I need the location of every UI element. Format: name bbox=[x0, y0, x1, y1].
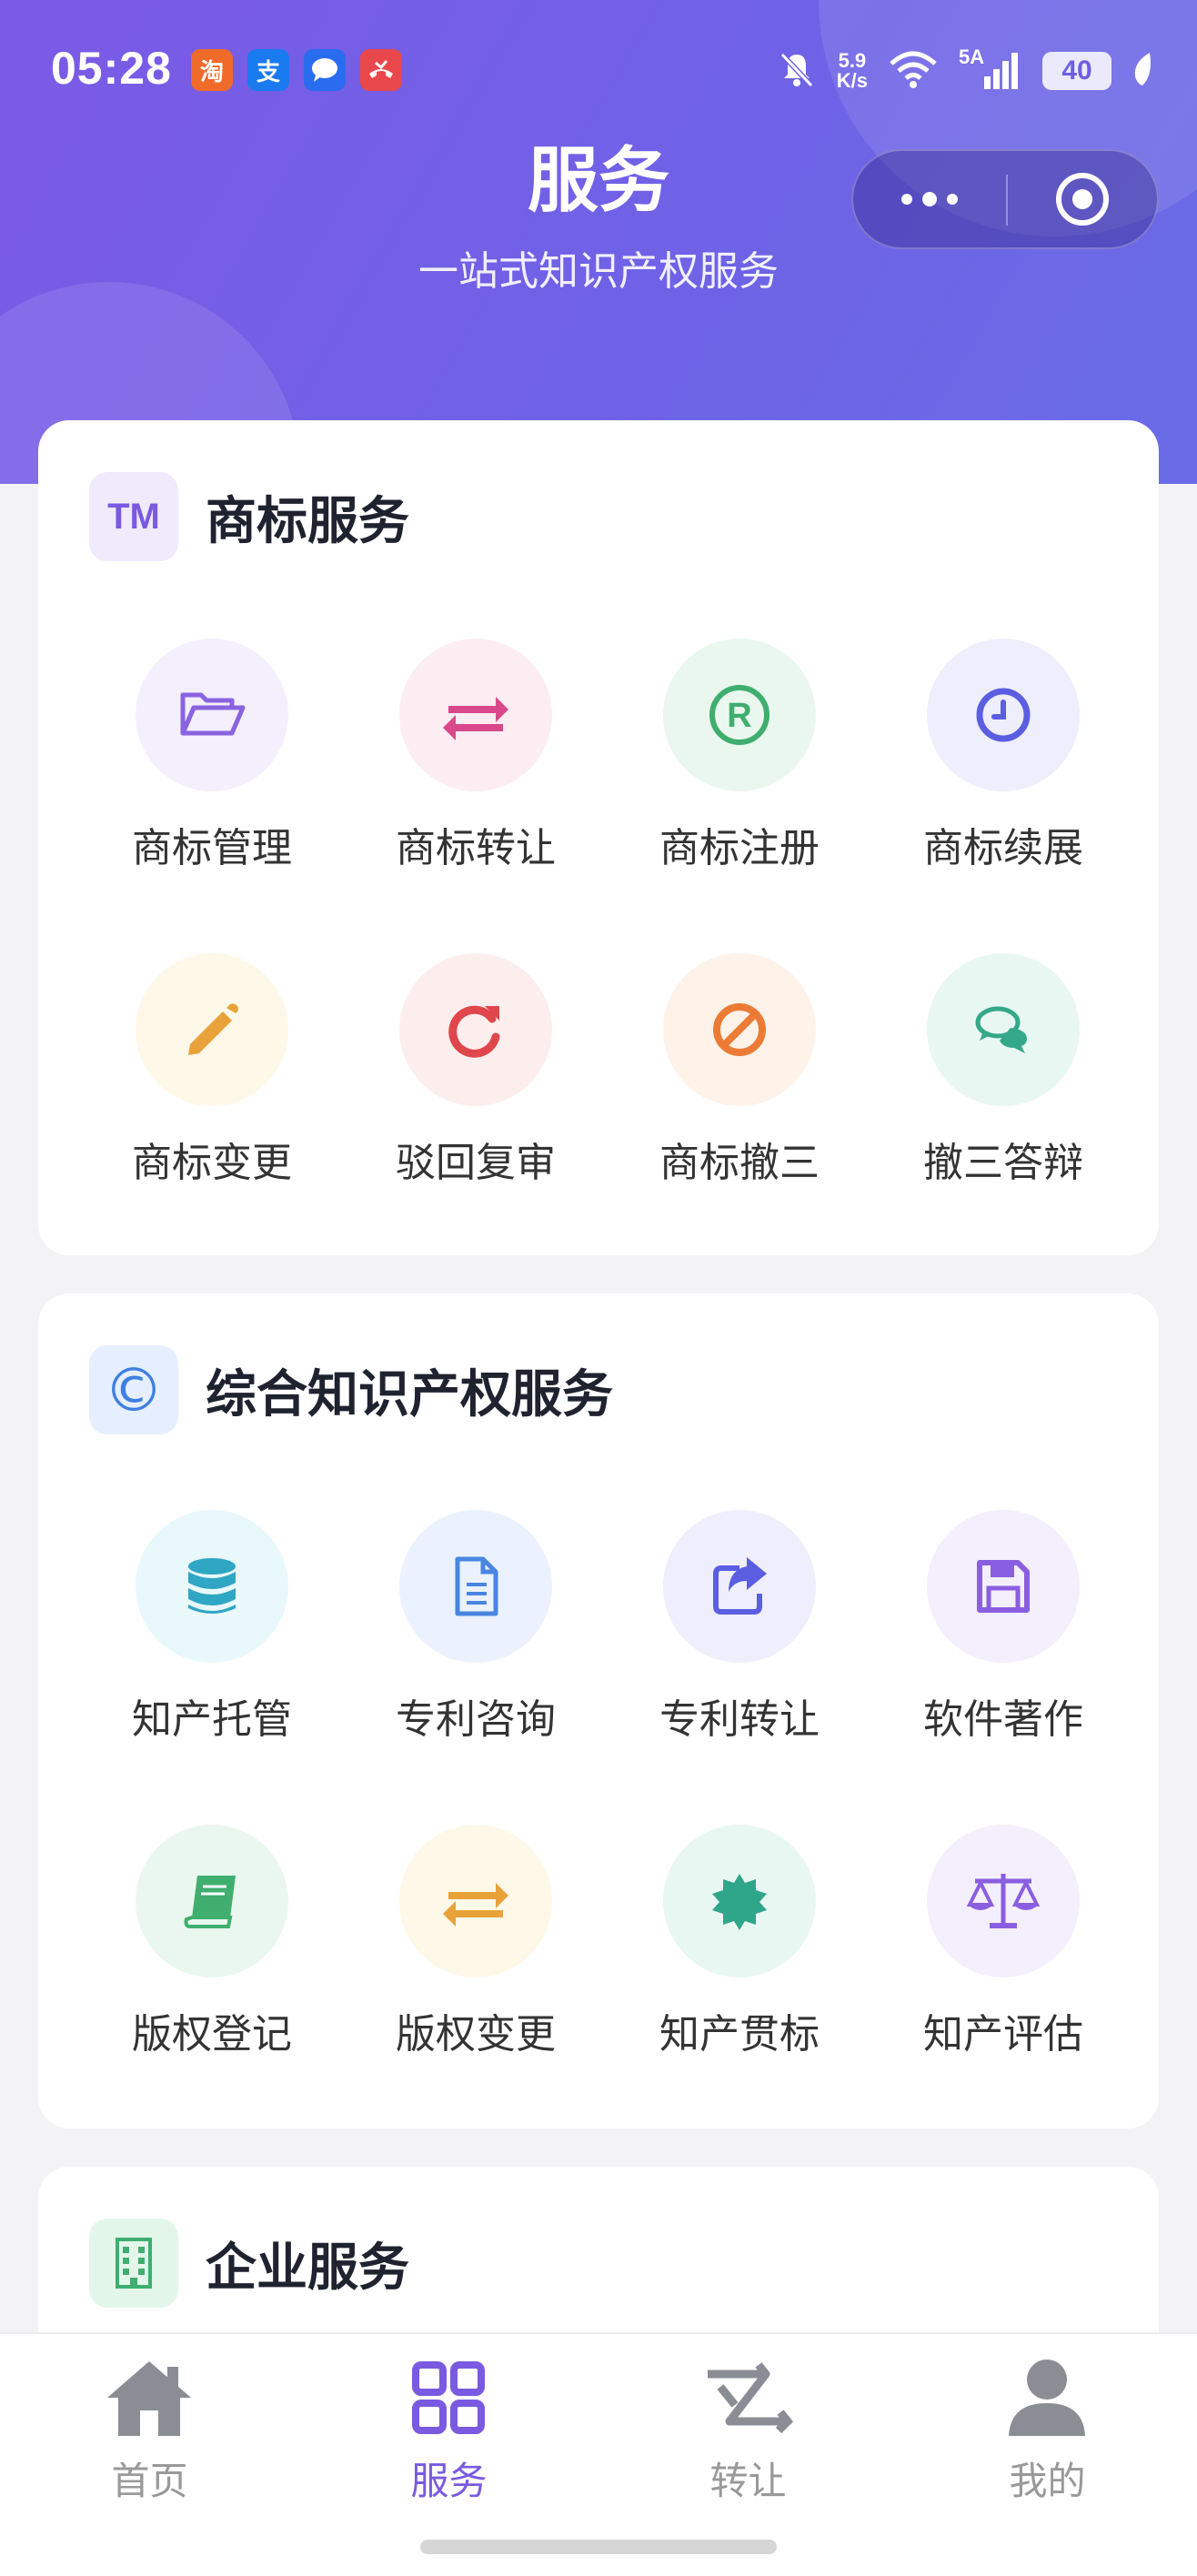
exchange-arrows-icon bbox=[399, 639, 552, 791]
home-icon bbox=[104, 2352, 195, 2443]
section-title: 综合知识产权服务 bbox=[206, 1364, 613, 1424]
ban-icon bbox=[663, 953, 816, 1106]
speed-unit: K/s bbox=[836, 69, 868, 92]
comments-icon bbox=[927, 953, 1080, 1106]
service-label: 专利转让 bbox=[659, 1696, 820, 1743]
service-label: 驳回复审 bbox=[396, 1140, 556, 1186]
transfer-icon bbox=[702, 2352, 793, 2443]
share-square-icon bbox=[663, 1510, 816, 1663]
service-item-ip-evaluation[interactable]: 知产评估 bbox=[871, 1825, 1135, 2070]
registered-icon: R bbox=[663, 639, 816, 791]
service-label: 软件著作 bbox=[923, 1696, 1083, 1743]
service-item-patent-transfer[interactable]: 专利转让 bbox=[608, 1510, 871, 1756]
status-time: 05:28 bbox=[51, 43, 172, 94]
clock-icon bbox=[927, 639, 1080, 791]
book-icon bbox=[136, 1825, 288, 1977]
exchange-arrows-icon bbox=[399, 1825, 552, 1977]
speed-value: 5.9 bbox=[838, 49, 867, 72]
certificate-icon bbox=[663, 1825, 816, 1977]
service-item-copyright-change[interactable]: 版权变更 bbox=[344, 1825, 608, 2070]
building-icon bbox=[89, 2219, 178, 2308]
service-label: 商标注册 bbox=[659, 825, 820, 871]
cell-signal-icon: 5A bbox=[959, 45, 1022, 91]
section-title: 企业服务 bbox=[206, 2238, 409, 2298]
user-icon bbox=[1001, 2352, 1092, 2443]
service-label: 商标转让 bbox=[396, 825, 556, 871]
trademark-tm-icon: TM bbox=[89, 472, 178, 561]
more-dots-icon bbox=[901, 192, 958, 206]
service-item-cancellation-defense[interactable]: 撤三答辩 bbox=[871, 953, 1135, 1199]
network-type: 5A bbox=[959, 45, 985, 68]
service-item-copyright-registration[interactable]: 版权登记 bbox=[80, 1825, 344, 2070]
balance-scale-icon bbox=[927, 1825, 1080, 1977]
tab-home[interactable]: 首页 bbox=[0, 2352, 299, 2516]
tab-service[interactable]: 服务 bbox=[299, 2352, 598, 2516]
battery-indicator: 40 bbox=[1042, 52, 1112, 90]
tab-label: 服务 bbox=[410, 2459, 488, 2503]
messages-icon bbox=[304, 49, 346, 91]
service-item-trademark-registration[interactable]: R 商标注册 bbox=[608, 639, 871, 884]
miniprogram-capsule bbox=[851, 149, 1159, 249]
service-label: 商标续展 bbox=[923, 825, 1083, 871]
section-title: 商标服务 bbox=[206, 491, 409, 551]
tab-label: 我的 bbox=[1009, 2459, 1086, 2503]
network-speed: 5.9 K/s bbox=[837, 51, 868, 91]
floppy-disk-icon bbox=[927, 1510, 1080, 1663]
close-miniprogram-button[interactable] bbox=[1008, 151, 1157, 247]
svg-text:R: R bbox=[727, 697, 751, 735]
service-label: 专利咨询 bbox=[396, 1696, 556, 1743]
tab-label: 首页 bbox=[111, 2459, 188, 2503]
home-indicator[interactable] bbox=[420, 2540, 777, 2554]
service-label: 商标撤三 bbox=[659, 1140, 820, 1186]
redo-icon bbox=[399, 953, 552, 1106]
more-button[interactable] bbox=[853, 151, 1006, 247]
service-label: 撤三答辩 bbox=[923, 1140, 1083, 1186]
service-item-trademark-renewal[interactable]: 商标续展 bbox=[871, 639, 1135, 884]
service-label: 版权登记 bbox=[132, 2011, 292, 2058]
taobao-icon: 淘 bbox=[191, 49, 233, 91]
phone-missed-icon bbox=[360, 49, 402, 91]
service-item-patent-consult[interactable]: 专利咨询 bbox=[344, 1510, 608, 1756]
service-label: 版权变更 bbox=[396, 2011, 556, 2058]
leaf-icon bbox=[1132, 51, 1155, 91]
status-bar: 05:28 淘 支 5.9 K/s 5A 40 bbox=[0, 0, 1197, 136]
alipay-icon: 支 bbox=[247, 49, 289, 91]
section-header: 企业服务 bbox=[89, 2218, 409, 2309]
service-label: 知产贯标 bbox=[659, 2011, 820, 2058]
service-item-software-copyright[interactable]: 软件著作 bbox=[871, 1510, 1135, 1756]
copyright-icon: © bbox=[89, 1345, 178, 1434]
service-label: 商标管理 bbox=[132, 825, 292, 871]
grid-icon bbox=[403, 2352, 494, 2443]
service-item-trademark-management[interactable]: 商标管理 bbox=[80, 639, 344, 884]
status-indicators: 5.9 K/s 5A 40 bbox=[777, 45, 1155, 96]
service-item-trademark-transfer[interactable]: 商标转让 bbox=[344, 639, 608, 884]
wifi-icon bbox=[888, 49, 939, 93]
ip-service-card: © 综合知识产权服务 知产托管 专利咨询 专利转让 软件著作 版权登记 版权变更… bbox=[38, 1293, 1159, 2128]
service-label: 知产托管 bbox=[132, 1696, 292, 1743]
service-item-ip-custody[interactable]: 知产托管 bbox=[80, 1510, 344, 1756]
section-header: © 综合知识产权服务 bbox=[89, 1344, 613, 1435]
folder-open-icon bbox=[136, 639, 288, 791]
service-item-trademark-change[interactable]: 商标变更 bbox=[80, 953, 344, 1199]
service-label: 商标变更 bbox=[132, 1140, 292, 1186]
service-item-ip-standard[interactable]: 知产贯标 bbox=[608, 1825, 871, 2070]
target-close-icon bbox=[1056, 173, 1109, 226]
document-icon bbox=[399, 1510, 552, 1663]
tab-transfer[interactable]: 转让 bbox=[598, 2352, 898, 2516]
service-label: 知产评估 bbox=[923, 2011, 1083, 2058]
tab-label: 转让 bbox=[709, 2459, 787, 2503]
database-icon bbox=[136, 1510, 288, 1663]
mute-bell-icon bbox=[777, 49, 817, 93]
section-header: TM 商标服务 bbox=[89, 471, 409, 562]
service-item-trademark-cancellation[interactable]: 商标撤三 bbox=[608, 953, 871, 1199]
pencil-icon bbox=[136, 953, 288, 1106]
service-item-rejection-review[interactable]: 驳回复审 bbox=[344, 953, 608, 1199]
trademark-service-card: TM 商标服务 商标管理 商标转让 R 商标注册 商标续展 商标变更 驳回复审 … bbox=[38, 420, 1159, 1255]
tab-mine[interactable]: 我的 bbox=[898, 2352, 1197, 2516]
